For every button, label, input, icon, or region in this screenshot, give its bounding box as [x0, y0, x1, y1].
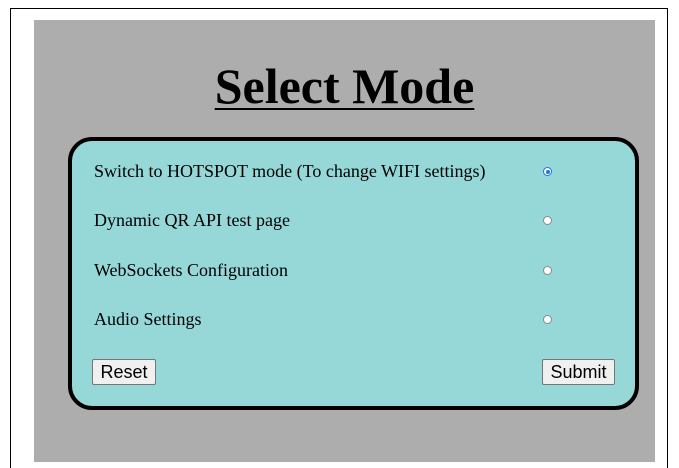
radio-audio-settings[interactable]: [543, 315, 552, 324]
radio-dynamic-qr[interactable]: [543, 216, 552, 225]
page-title: Select Mode: [214, 58, 475, 114]
mode-panel: Select Mode Switch to HOTSPOT mode (To c…: [34, 20, 655, 462]
radio-hotspot-mode[interactable]: [543, 167, 552, 176]
option-label-hotspot: Switch to HOTSPOT mode (To change WIFI s…: [94, 161, 486, 181]
mode-select-form: Switch to HOTSPOT mode (To change WIFI s…: [68, 137, 639, 410]
option-label-websockets: WebSockets Configuration: [94, 260, 289, 280]
submit-button[interactable]: Submit: [542, 359, 615, 385]
radio-websockets[interactable]: [543, 266, 552, 275]
option-label-dynamic-qr: Dynamic QR API test page: [94, 210, 290, 230]
option-label-audio-settings: Audio Settings: [94, 309, 202, 329]
reset-button[interactable]: Reset: [92, 359, 156, 385]
